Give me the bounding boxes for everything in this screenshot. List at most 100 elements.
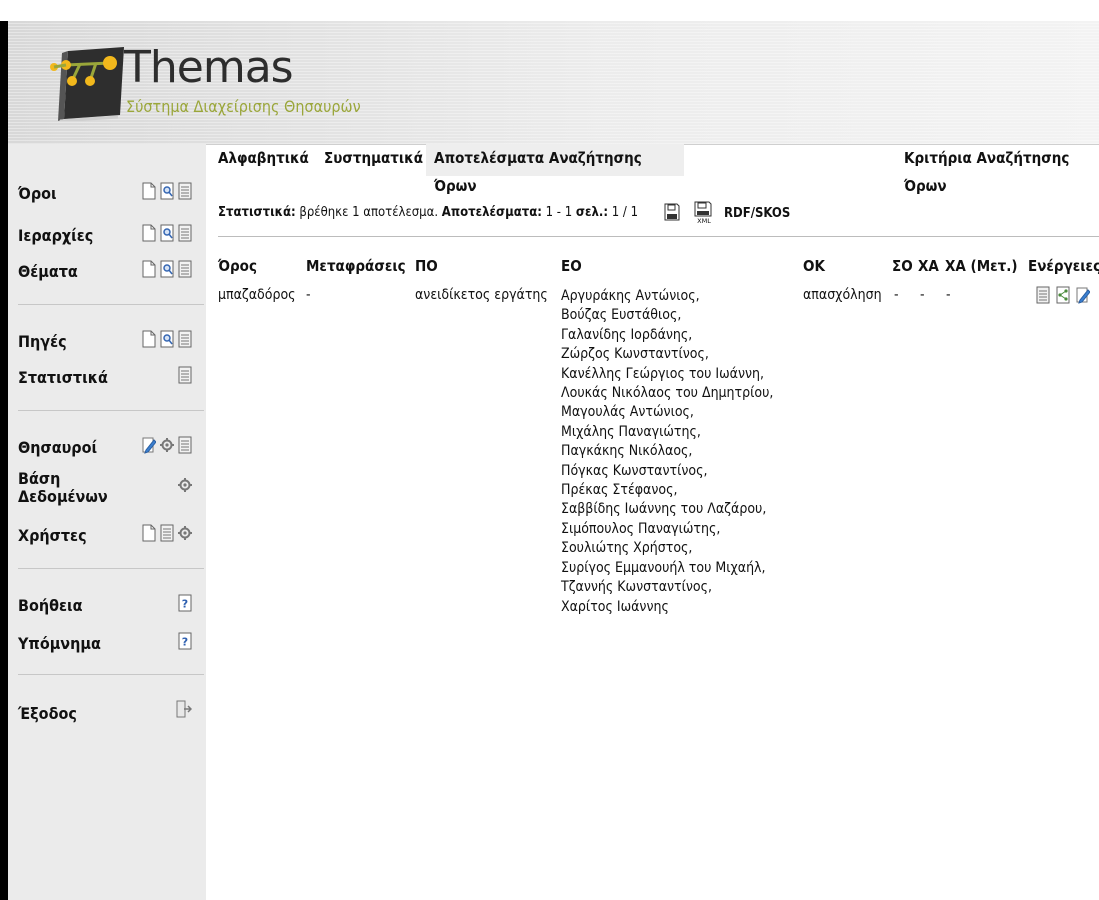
sidebar-icons-topics xyxy=(142,260,192,278)
eo-item[interactable]: Ζώρζος Κωνσταντίνος, xyxy=(561,345,773,364)
list-document-icon[interactable] xyxy=(160,524,174,542)
sidebar-item-exit[interactable]: Έξοδος xyxy=(18,704,77,723)
new-document-icon[interactable] xyxy=(142,260,156,278)
search-document-icon[interactable] xyxy=(160,182,174,200)
sidebar-icons-thesauri xyxy=(142,436,192,454)
help-icon[interactable]: ? xyxy=(178,632,192,650)
tab-systematic[interactable]: Συστηματικά xyxy=(316,144,431,176)
eo-item[interactable]: Λουκάς Νικόλαος του Δημητρίου, xyxy=(561,384,773,403)
sidebar: Όροι Ιεραρχίες Θέματα Πηγές Στατιστικά Θ… xyxy=(8,144,206,900)
sidebar-divider xyxy=(18,410,204,411)
sidebar-icons-sources xyxy=(142,330,192,348)
sidebar-item-users[interactable]: Χρήστες xyxy=(18,526,87,545)
results-divider xyxy=(218,236,1099,237)
sidebar-item-statistics[interactable]: Στατιστικά xyxy=(18,368,108,387)
sidebar-icons-legend: ? xyxy=(178,632,192,650)
eo-item[interactable]: Σουλιώτης Χρήστος, xyxy=(561,539,773,558)
sidebar-item-legend[interactable]: Υπόμνημα xyxy=(18,634,101,653)
eo-item[interactable]: Γαλανίδης Ιορδάνης, xyxy=(561,326,773,345)
column-header-eo[interactable]: ΕΟ xyxy=(561,257,582,275)
sidebar-icons-users xyxy=(142,524,192,542)
sidebar-item-topics[interactable]: Θέματα xyxy=(18,262,78,281)
eo-item[interactable]: Πόγκας Κωνσταντίνος, xyxy=(561,462,773,481)
new-document-icon[interactable] xyxy=(142,330,156,348)
new-document-icon[interactable] xyxy=(142,224,156,242)
sidebar-icons-help: ? xyxy=(178,594,192,612)
sidebar-item-database[interactable]: Βάση Δεδομένων xyxy=(18,470,128,506)
eo-item[interactable]: Αργυράκης Αντώνιος, xyxy=(561,287,773,306)
app-subtitle: Σύστημα Διαχείρισης Θησαυρών xyxy=(126,97,361,116)
column-header-xa-translation[interactable]: ΧΑ (Μετ.) xyxy=(945,257,1018,275)
exit-icon[interactable] xyxy=(176,700,192,718)
stats-label: Στατιστικά: xyxy=(218,205,296,220)
sidebar-item-help[interactable]: Βοήθεια xyxy=(18,596,83,615)
sidebar-divider xyxy=(18,568,204,569)
window-top-strip xyxy=(0,0,1099,21)
help-icon[interactable]: ? xyxy=(178,594,192,612)
view-card-icon[interactable] xyxy=(1036,286,1050,304)
save-icon[interactable] xyxy=(664,203,680,221)
search-document-icon[interactable] xyxy=(160,260,174,278)
list-document-icon[interactable] xyxy=(178,224,192,242)
eo-item[interactable]: Βούζας Ευστάθιος, xyxy=(561,306,773,325)
column-header-po[interactable]: ΠΟ xyxy=(415,257,438,275)
search-document-icon[interactable] xyxy=(160,330,174,348)
cell-po[interactable]: ανειδίκετος εργάτης xyxy=(415,287,548,303)
save-xml-icon[interactable]: XML xyxy=(693,201,715,225)
rdf-skos-export-link[interactable]: RDF/SKOS xyxy=(724,206,790,221)
column-header-so[interactable]: ΣΟ xyxy=(892,257,913,275)
eo-item[interactable]: Μαγουλάς Αντώνιος, xyxy=(561,403,773,422)
eo-item[interactable]: Κανέλλης Γεώργιος του Ιωάννη, xyxy=(561,365,773,384)
sidebar-icons-statistics xyxy=(178,366,192,384)
eo-item[interactable]: Συρίγος Εμμανουήλ του Μιχαήλ, xyxy=(561,559,773,578)
sidebar-item-hierarchies[interactable]: Ιεραρχίες xyxy=(18,226,93,245)
sidebar-item-sources[interactable]: Πηγές xyxy=(18,332,67,351)
column-header-translations[interactable]: Μεταφράσεις xyxy=(306,257,406,275)
list-document-icon[interactable] xyxy=(178,260,192,278)
cell-ok[interactable]: απασχόληση xyxy=(803,287,882,303)
eo-item[interactable]: Παγκάκης Νικόλαος, xyxy=(561,442,773,461)
column-header-term[interactable]: Όρος xyxy=(218,257,257,275)
cell-xa-translation: - xyxy=(946,287,951,303)
eo-item[interactable]: Πρέκας Στέφανος, xyxy=(561,481,773,500)
list-document-icon[interactable] xyxy=(178,366,192,384)
cell-xa: - xyxy=(920,287,925,303)
sidebar-divider xyxy=(18,304,204,305)
results-statistics-line: Στατιστικά: βρέθηκε 1 αποτέλεσμα. Αποτελ… xyxy=(218,205,638,220)
tab-search-criteria[interactable]: Κριτήρια Αναζήτησης Όρων xyxy=(896,144,1099,195)
eo-item[interactable]: Χαρίτος Ιωάννης xyxy=(561,598,773,617)
sidebar-item-thesauri[interactable]: Θησαυροί xyxy=(18,438,97,457)
results-label: Αποτελέσματα: xyxy=(441,205,542,220)
gear-icon[interactable] xyxy=(178,524,192,542)
page-value: 1 / 1 xyxy=(611,205,639,220)
tab-search-results[interactable]: Αποτελέσματα Αναζήτησης Όρων xyxy=(426,144,684,195)
new-document-icon[interactable] xyxy=(142,182,156,200)
list-document-icon[interactable] xyxy=(178,182,192,200)
sidebar-icons-exit xyxy=(176,700,192,718)
edit-icon[interactable] xyxy=(1076,286,1090,304)
column-header-ok[interactable]: ΟΚ xyxy=(803,257,825,275)
svg-text:?: ? xyxy=(182,598,188,611)
gear-icon[interactable] xyxy=(178,476,192,494)
stats-value: βρέθηκε 1 αποτέλεσμα. xyxy=(299,205,439,220)
eo-item[interactable]: Μιχάλης Παναγιώτης, xyxy=(561,423,773,442)
sidebar-item-terms[interactable]: Όροι xyxy=(18,184,57,203)
hierarchy-graph-icon[interactable] xyxy=(1056,286,1070,304)
eo-item[interactable]: Τζαννής Κωνσταντίνος, xyxy=(561,578,773,597)
search-document-icon[interactable] xyxy=(160,224,174,242)
sidebar-divider xyxy=(18,674,204,675)
eo-item[interactable]: Σιμόπουλος Παναγιώτης, xyxy=(561,520,773,539)
list-document-icon[interactable] xyxy=(178,330,192,348)
column-header-actions: Ενέργειες xyxy=(1028,257,1099,275)
tab-alphabetical[interactable]: Αλφαβητικά xyxy=(210,144,317,176)
gear-icon[interactable] xyxy=(160,436,174,454)
cell-so: - xyxy=(894,287,899,303)
cell-term[interactable]: μπαζαδόρος xyxy=(218,287,296,303)
list-document-icon[interactable] xyxy=(178,436,192,454)
new-document-icon[interactable] xyxy=(142,524,156,542)
edit-icon[interactable] xyxy=(142,436,156,454)
sidebar-icons-hierarchies xyxy=(142,224,192,242)
column-header-xa[interactable]: ΧΑ xyxy=(918,257,939,275)
sidebar-icons-terms xyxy=(142,182,192,200)
eo-item[interactable]: Σαββίδης Ιωάννης του Λαζάρου, xyxy=(561,500,773,519)
